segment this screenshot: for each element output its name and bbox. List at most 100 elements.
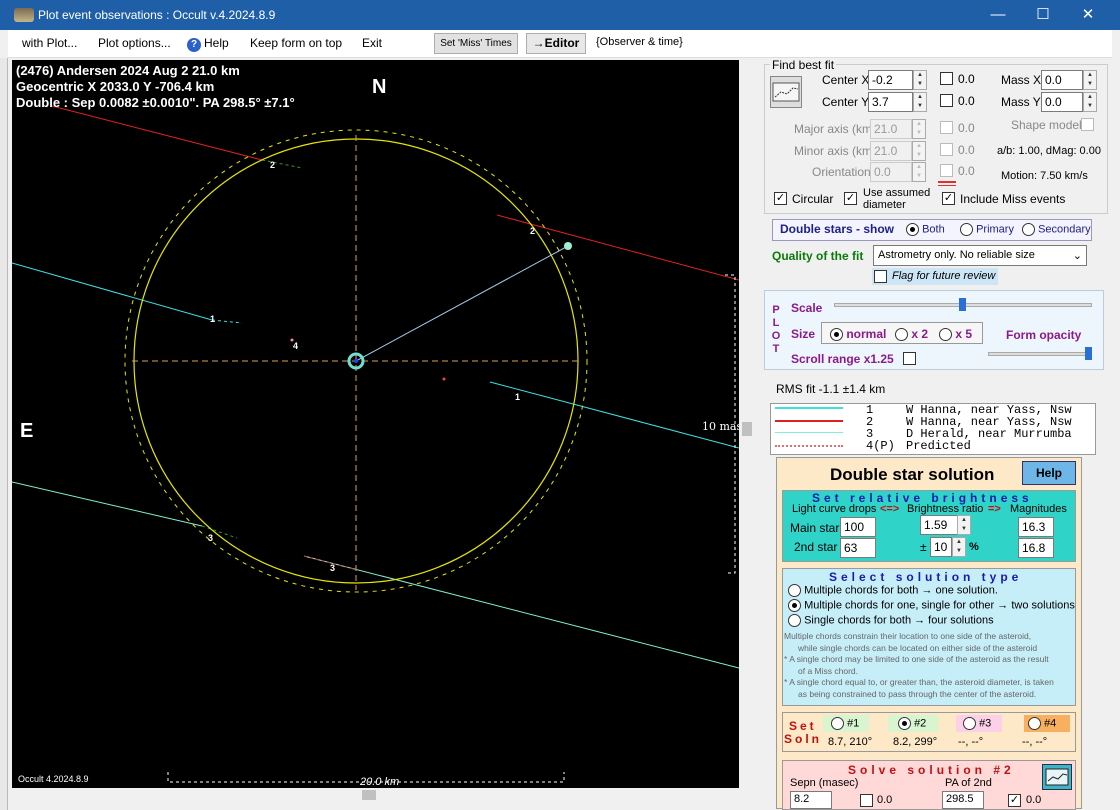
- center-y-input[interactable]: 3.7: [868, 92, 913, 112]
- show-primary-label: Primary: [976, 223, 1014, 236]
- size-x2-radio[interactable]: x 2: [895, 327, 929, 342]
- soln-1-radio[interactable]: #1: [831, 717, 859, 730]
- ratio-spinner[interactable]: ▲ ▼: [957, 515, 971, 535]
- orientation-checkbox[interactable]: [940, 164, 953, 177]
- chord-3b-line: [303, 555, 739, 669]
- plot-area[interactable]: (2476) Andersen 2024 Aug 2 21.0 km Geoce…: [12, 60, 739, 788]
- center-y-spinner[interactable]: ▲ ▼: [913, 92, 927, 112]
- minor-axis-checkbox[interactable]: [940, 143, 953, 156]
- orientation-cb-value: 0.0: [958, 164, 975, 178]
- main-star-input[interactable]: 100: [840, 517, 876, 537]
- major-axis-input[interactable]: 21.0: [870, 119, 912, 139]
- quality-select[interactable]: Astrometry only. No reliable size ⌄: [873, 245, 1087, 266]
- shape-model-checkbox[interactable]: [1081, 118, 1094, 131]
- editor-button[interactable]: →Editor: [526, 33, 586, 54]
- size-normal-radio[interactable]: normal: [830, 327, 886, 342]
- maximize-button[interactable]: ☐: [1025, 4, 1061, 26]
- secondary-vector: [355, 245, 569, 362]
- solve-pa-checkbox[interactable]: ✓: [1008, 794, 1021, 807]
- use-assumed-label: Use assumed: [863, 187, 931, 199]
- center-x-spinner[interactable]: ▲ ▼: [913, 70, 927, 90]
- size-x2-label: x 2: [911, 327, 929, 341]
- show-both-radio[interactable]: Both: [906, 223, 945, 236]
- rel-second-label: 2nd star: [794, 540, 838, 554]
- plot-vertical-scrollbar[interactable]: [740, 60, 754, 790]
- close-button[interactable]: ✕: [1070, 4, 1106, 26]
- chord-1-line: [12, 262, 213, 321]
- mass-x-spinner[interactable]: ▲ ▼: [1083, 70, 1097, 90]
- minor-axis-spinner[interactable]: ▲ ▼: [912, 141, 926, 161]
- solve-chart-button[interactable]: [1042, 764, 1072, 790]
- vscroll-thumb[interactable]: [742, 422, 752, 436]
- soln-3-radio[interactable]: #3: [963, 717, 991, 730]
- mass-x-input[interactable]: 0.0: [1041, 70, 1083, 90]
- pct-input[interactable]: 10: [930, 537, 952, 557]
- show-primary-radio[interactable]: Primary: [960, 223, 1014, 236]
- plot-horizontal-scrollbar[interactable]: [12, 788, 739, 802]
- size-x5-radio[interactable]: x 5: [939, 327, 972, 342]
- menu-with-plot[interactable]: with Plot...: [22, 36, 77, 50]
- orientation-input[interactable]: 0.0: [870, 162, 912, 182]
- solve-sep-input[interactable]: 8.2: [790, 791, 832, 809]
- circular-checkbox[interactable]: ✓: [774, 192, 787, 205]
- menu-help[interactable]: ? Help: [187, 36, 229, 52]
- center-y-checkbox[interactable]: [940, 94, 953, 107]
- secondary-star-marker: [564, 242, 572, 250]
- mass-y-input[interactable]: 0.0: [1041, 92, 1083, 112]
- major-axis-checkbox[interactable]: [940, 121, 953, 134]
- type-opt2-radio[interactable]: Multiple chords for one, single for othe…: [788, 599, 1075, 612]
- scroll-range-checkbox[interactable]: [903, 352, 916, 365]
- center-x-input[interactable]: -0.2: [868, 70, 913, 90]
- solve-pa-input[interactable]: 298.5: [942, 791, 984, 809]
- use-assumed-checkbox[interactable]: ✓: [844, 192, 857, 205]
- soln-2-dot: [898, 717, 911, 730]
- set-miss-times-button[interactable]: Set 'Miss' Times: [434, 33, 518, 54]
- opacity-slider[interactable]: [988, 352, 1092, 356]
- soln-4-radio[interactable]: #4: [1028, 717, 1056, 730]
- plot-side-t: T: [772, 343, 780, 355]
- pct-symbol: %: [969, 541, 979, 553]
- solve-sep-checkbox[interactable]: [860, 794, 873, 807]
- major-axis-spinner[interactable]: ▲ ▼: [912, 119, 926, 139]
- soln-1-value: 8.7, 210°: [828, 736, 873, 748]
- flag-review-checkbox[interactable]: [874, 270, 887, 283]
- double-show-label: Double stars - show: [780, 222, 895, 236]
- hscroll-thumb[interactable]: [362, 790, 376, 800]
- second-star-input[interactable]: 63: [840, 538, 876, 558]
- menu-exit[interactable]: Exit: [362, 36, 382, 50]
- type-opt2-label: Multiple chords for one, single for othe…: [804, 599, 1075, 612]
- menu-plot-options[interactable]: Plot options...: [98, 36, 171, 50]
- plot-header-line3: Double : Sep 0.0082 ±0.0010". PA 298.5° …: [16, 95, 295, 110]
- pct-spinner[interactable]: ▲ ▼: [952, 537, 966, 557]
- soln-label: Soln: [784, 732, 822, 746]
- fit-chart-button[interactable]: [770, 76, 802, 108]
- type-opt1-radio[interactable]: Multiple chords for both → one solution.: [788, 584, 998, 597]
- mass-x-label: Mass X: [1001, 73, 1042, 87]
- plot-side-p: P: [772, 304, 780, 316]
- minor-axis-input[interactable]: 21.0: [870, 141, 912, 161]
- include-miss-checkbox[interactable]: ✓: [942, 192, 955, 205]
- show-secondary-radio[interactable]: Secondary: [1022, 223, 1091, 236]
- soln-4-dot: [1028, 717, 1041, 730]
- north-label: N: [372, 76, 387, 98]
- mass-y-spinner[interactable]: ▲ ▼: [1083, 92, 1097, 112]
- type-note-3: * A single chord equal to, or greater th…: [784, 677, 1054, 687]
- opacity-slider-thumb[interactable]: [1085, 347, 1092, 360]
- center-x-checkbox[interactable]: [940, 72, 953, 85]
- type-opt3-radio[interactable]: Single chords for both → four solutions: [788, 614, 994, 627]
- mag2-output: 16.8: [1018, 538, 1054, 558]
- menu-keep-on-top[interactable]: Keep form on top: [250, 36, 342, 50]
- rel-mag-label: Magnitudes: [1010, 503, 1067, 515]
- plot-side-l: L: [772, 317, 780, 329]
- solve-title: Solve solution #2: [848, 763, 1015, 777]
- dsol-help-button[interactable]: Help: [1022, 461, 1076, 485]
- orientation-spinner[interactable]: ▲ ▼: [912, 162, 926, 182]
- minimize-button[interactable]: —: [980, 4, 1016, 26]
- soln-2-radio[interactable]: #2: [898, 717, 926, 730]
- scale-slider-thumb[interactable]: [959, 298, 966, 311]
- ratio-input[interactable]: 1.59: [920, 515, 958, 535]
- chord-3-line: [12, 481, 203, 527]
- observer-time-link[interactable]: {Observer & time}: [596, 36, 683, 48]
- soln-1-dot: [831, 717, 844, 730]
- diameter-label: diameter: [863, 199, 906, 211]
